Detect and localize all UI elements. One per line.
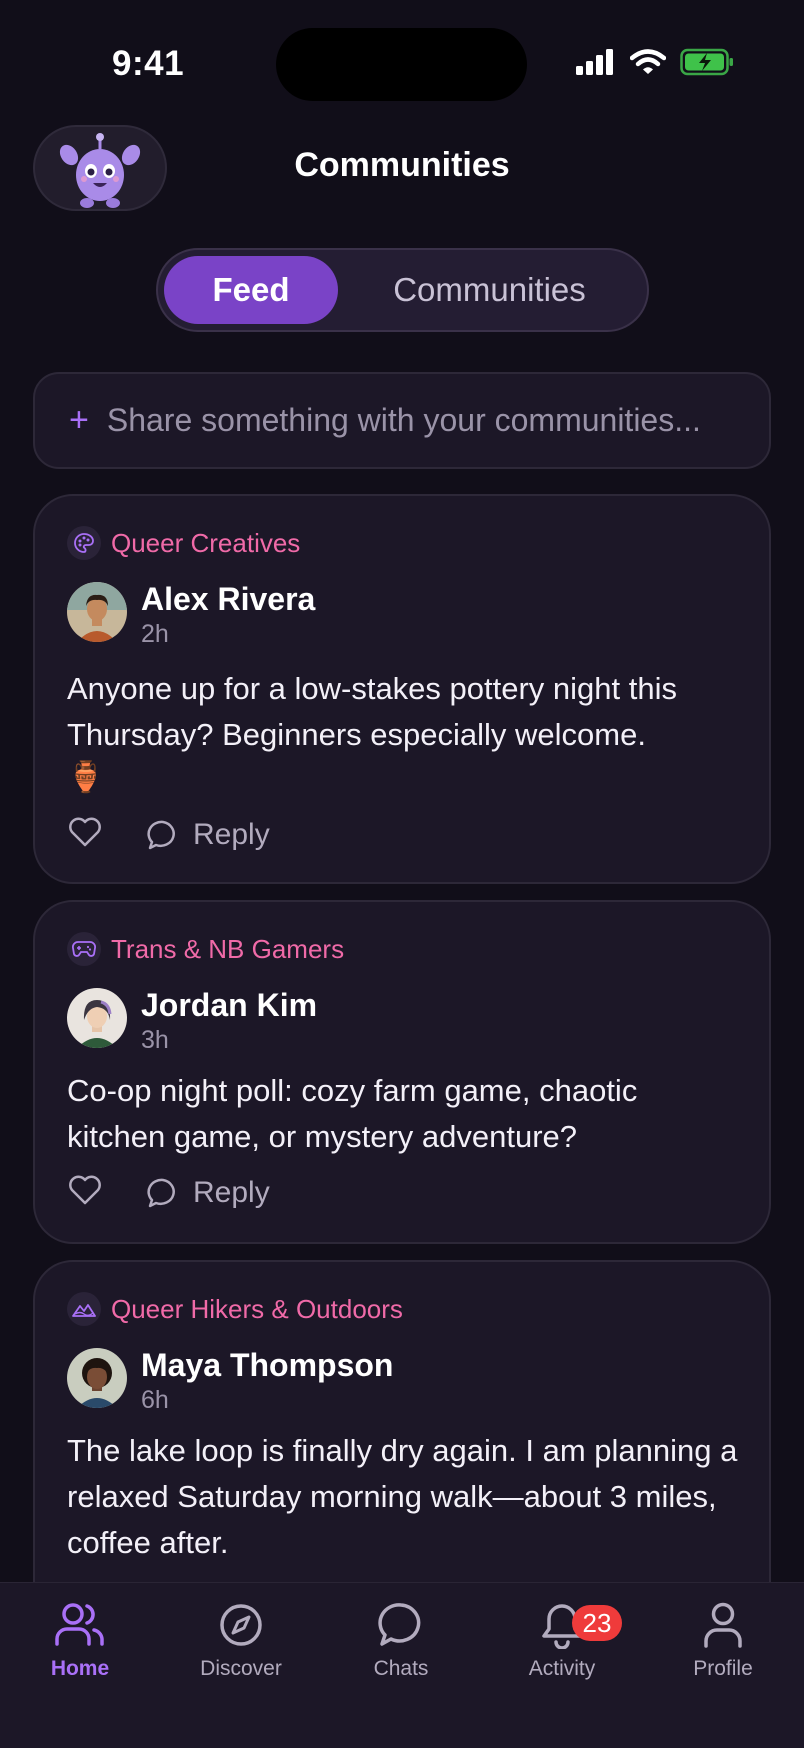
post-card: Trans & NB Gamers Jordan Kim 3h Co-op ni… <box>33 900 771 1244</box>
palette-icon <box>67 526 101 560</box>
chat-bubble-icon <box>147 1178 175 1207</box>
post-card: Queer Creatives Alex Rivera 2h Anyone up… <box>33 494 771 884</box>
tab-home[interactable]: Home <box>10 1597 150 1681</box>
post-author[interactable]: Alex Rivera 2h <box>67 580 315 649</box>
post-author[interactable]: Maya Thompson 6h <box>67 1346 393 1415</box>
avatar <box>67 1348 127 1408</box>
battery-charging-icon <box>680 48 734 81</box>
tab-activity[interactable]: Activity 23 <box>492 1597 632 1681</box>
tab-chats[interactable]: Chats <box>331 1597 471 1681</box>
post-time: 3h <box>141 1026 169 1054</box>
feed-communities-toggle: Feed Communities <box>156 248 649 332</box>
wifi-icon <box>629 49 667 80</box>
post-community[interactable]: Trans & NB Gamers <box>67 932 344 966</box>
post-community[interactable]: Queer Creatives <box>67 526 300 560</box>
tab-label: Chats <box>373 1657 429 1680</box>
post-time: 6h <box>141 1386 169 1414</box>
users-icon <box>10 1597 150 1653</box>
cellular-signal-icon <box>576 49 616 80</box>
post-emoji: 🏺 <box>67 761 105 794</box>
tab-feed[interactable]: Feed <box>164 256 338 324</box>
community-name: Queer Hikers & Outdoors <box>111 1293 403 1324</box>
tab-profile[interactable]: Profile <box>653 1597 793 1681</box>
post-body: Anyone up for a low-stakes pottery night… <box>67 666 739 798</box>
tab-label: Activity <box>528 1657 596 1680</box>
page-title: Communities <box>294 146 510 184</box>
status-bar: 9:41 <box>0 0 804 120</box>
screen: 9:41 Communities Feed Communities + Shar… <box>0 0 804 1748</box>
post-body: Co-op night poll: cozy farm game, chaoti… <box>67 1068 739 1160</box>
tab-label: Profile <box>693 1657 753 1680</box>
post-actions: Reply <box>67 816 270 853</box>
post-body: The lake loop is finally dry again. I am… <box>67 1428 739 1566</box>
bottom-tab-bar: Home Discover Chats Activity 23 Profile <box>0 1582 804 1748</box>
gamepad-icon <box>67 932 101 966</box>
chat-bubble-icon <box>331 1597 471 1653</box>
status-icons <box>576 48 734 81</box>
chat-bubble-icon <box>147 820 175 849</box>
compass-icon <box>171 1597 311 1653</box>
community-name: Trans & NB Gamers <box>111 933 345 964</box>
mountain-icon <box>67 1292 101 1326</box>
status-time: 9:41 <box>112 44 185 83</box>
like-heart-icon[interactable] <box>67 1174 103 1211</box>
tab-discover[interactable]: Discover <box>171 1597 311 1681</box>
post-author[interactable]: Jordan Kim 3h <box>67 986 317 1055</box>
reply-label: Reply <box>193 1175 270 1209</box>
tab-communities[interactable]: Communities <box>338 256 641 324</box>
notification-badge: 23 <box>572 1605 622 1641</box>
reply-label: Reply <box>193 817 270 851</box>
post-community[interactable]: Queer Hikers & Outdoors <box>67 1292 403 1326</box>
post-time: 2h <box>141 620 169 648</box>
tab-label: Home <box>50 1657 110 1680</box>
tab-label: Discover <box>200 1657 282 1680</box>
avatar <box>67 582 127 642</box>
post-actions: Reply <box>67 1174 270 1211</box>
community-name: Queer Creatives <box>111 527 301 558</box>
author-name: Alex Rivera <box>141 581 316 617</box>
reply-button[interactable]: Reply <box>147 818 270 852</box>
post-text: Anyone up for a low-stakes pottery night… <box>67 671 677 752</box>
like-heart-icon[interactable] <box>67 816 103 853</box>
dynamic-island <box>276 28 527 101</box>
composer-placeholder: Share something with your communities... <box>106 402 701 438</box>
plus-icon: + <box>69 401 89 439</box>
author-name: Jordan Kim <box>141 987 318 1023</box>
share-composer[interactable]: + Share something with your communities.… <box>33 372 771 469</box>
reply-button[interactable]: Reply <box>147 1176 270 1210</box>
post-text: Co-op night poll: cozy farm game, chaoti… <box>67 1073 638 1154</box>
person-icon <box>653 1597 793 1653</box>
author-name: Maya Thompson <box>141 1347 394 1383</box>
avatar <box>67 988 127 1048</box>
post-text: The lake loop is finally dry again. I am… <box>67 1433 738 1560</box>
